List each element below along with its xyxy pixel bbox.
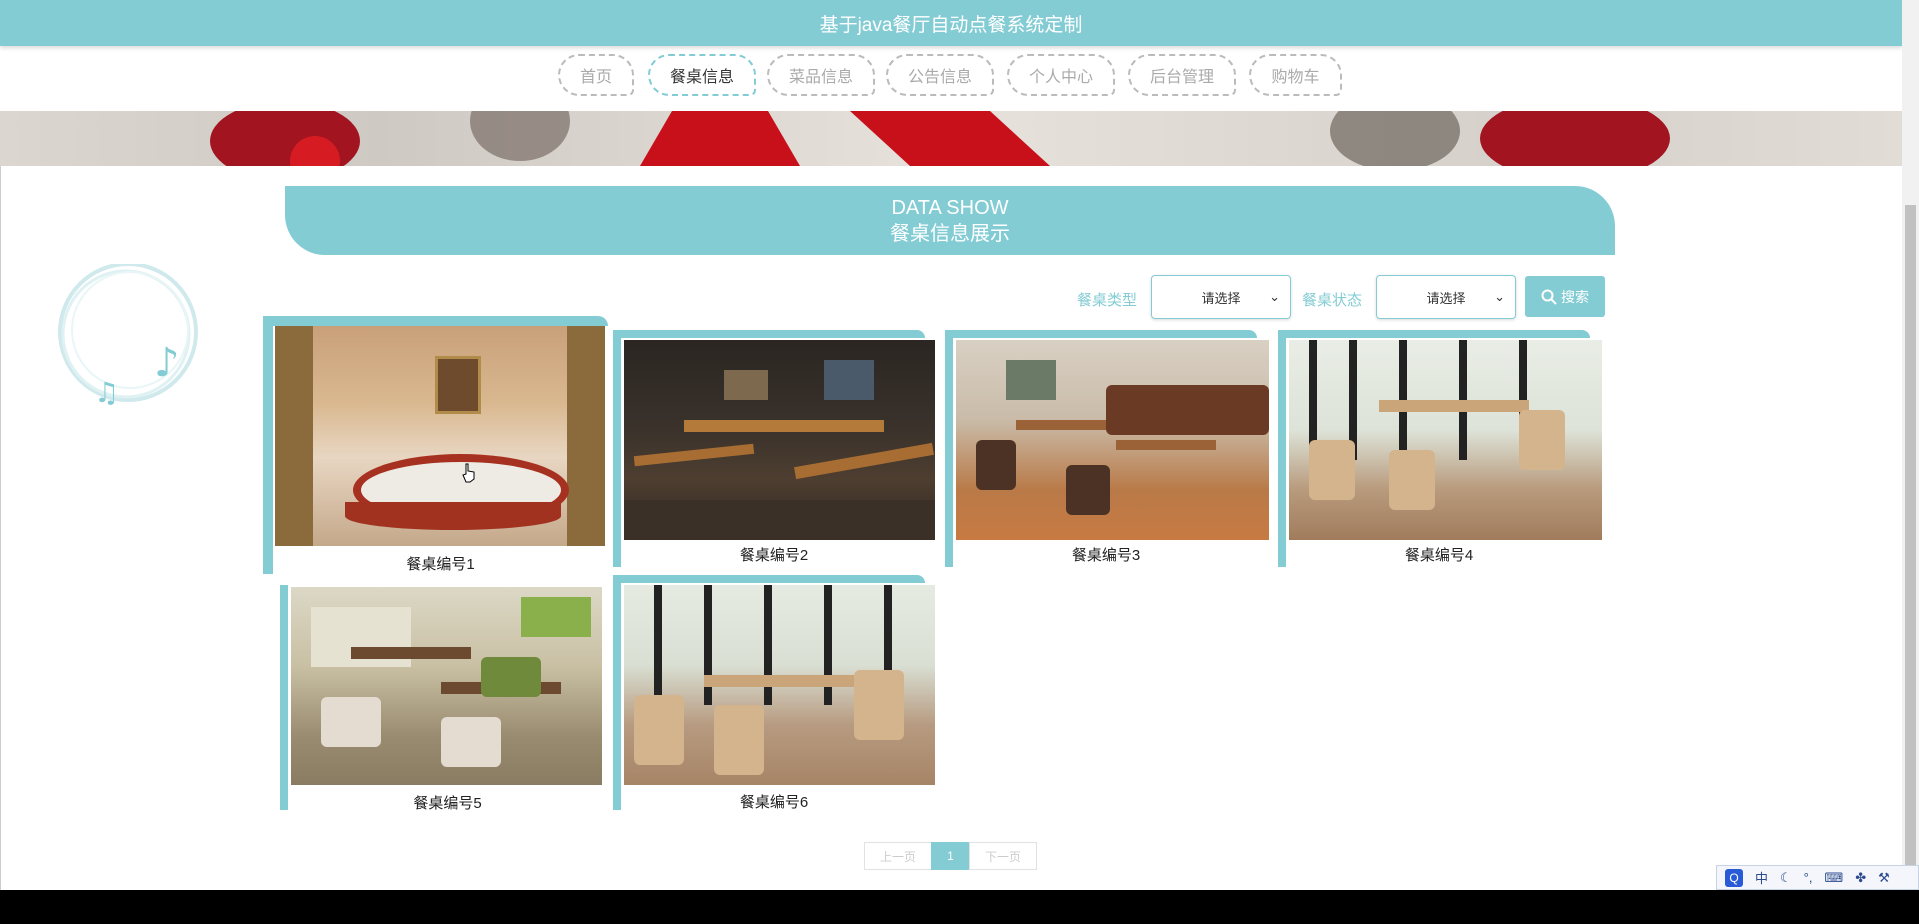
pagination-page-1[interactable]: 1 — [931, 842, 970, 870]
scrollbar-thumb[interactable] — [1905, 205, 1916, 880]
table-photo[interactable] — [275, 326, 605, 546]
nav-item-home[interactable]: 首页 — [558, 54, 634, 96]
keyboard-icon[interactable]: ⌨ — [1824, 870, 1843, 886]
nav-item-cart[interactable]: 购物车 — [1249, 54, 1342, 96]
table-name: 餐桌编号3 — [1071, 547, 1141, 564]
wrench-icon[interactable]: ⚒ — [1878, 870, 1890, 886]
chevron-down-icon: ⌄ — [1494, 289, 1505, 304]
nav-item-admin[interactable]: 后台管理 — [1128, 54, 1236, 96]
section-title-cn: 餐桌信息展示 — [890, 222, 1010, 245]
nav-item-profile[interactable]: 个人中心 — [1007, 54, 1115, 96]
q-icon[interactable]: Q — [1725, 868, 1743, 887]
main-nav: 首页 餐桌信息 菜品信息 公告信息 个人中心 后台管理 购物车 — [0, 54, 1902, 100]
punctuation-icon[interactable]: °, — [1804, 870, 1813, 885]
table-photo[interactable] — [291, 587, 602, 785]
search-button-label: 搜索 — [1561, 288, 1589, 305]
table-status-select[interactable]: 请选择 ⌄ — [1376, 275, 1516, 319]
table-photo[interactable] — [956, 340, 1269, 540]
table-status-label: 餐桌状态 — [1302, 292, 1363, 309]
banner-image — [0, 111, 1902, 166]
table-card[interactable]: 餐桌编号5 — [280, 585, 605, 813]
nav-item-dishes[interactable]: 菜品信息 — [767, 54, 875, 96]
ime-toolbar: Q 中 ☾ °, ⌨ ✤ ⚒ — [1716, 865, 1919, 890]
app-title: 基于java餐厅自动点餐系统定制 — [819, 14, 1083, 36]
page: 基于java餐厅自动点餐系统定制 首页 餐桌信息 菜品信息 公告信息 个人中心 … — [0, 0, 1902, 890]
vertical-scrollbar[interactable] — [1902, 0, 1919, 890]
hand-cursor-icon — [462, 463, 475, 483]
table-name: 餐桌编号6 — [739, 794, 809, 811]
section-title-en: DATA SHOW — [891, 196, 1009, 219]
table-photo[interactable] — [624, 585, 935, 785]
section-header: DATA SHOW 餐桌信息展示 — [285, 186, 1615, 255]
search-button[interactable]: 搜索 — [1525, 276, 1605, 317]
ime-zh-icon[interactable]: 中 — [1755, 868, 1768, 887]
table-card[interactable]: 餐桌编号1 — [263, 316, 608, 576]
table-card[interactable]: 餐桌编号6 — [613, 575, 935, 813]
app-title-bar: 基于java餐厅自动点餐系统定制 — [0, 0, 1902, 46]
table-type-select[interactable]: 请选择 ⌄ — [1151, 275, 1291, 319]
nav-item-notices[interactable]: 公告信息 — [886, 54, 994, 96]
table-card[interactable]: 餐桌编号3 — [945, 330, 1269, 570]
table-photo[interactable] — [1289, 340, 1602, 540]
table-name: 餐桌编号5 — [413, 795, 482, 812]
table-name: 餐桌编号2 — [739, 547, 809, 564]
nav-item-tables[interactable]: 餐桌信息 — [648, 54, 756, 96]
table-status-value: 请选择 — [1426, 290, 1466, 306]
table-card[interactable]: 餐桌编号2 — [613, 330, 935, 570]
pagination-prev[interactable]: 上一页 — [864, 842, 932, 870]
svg-text:♫: ♫ — [94, 376, 119, 409]
table-name: 餐桌编号4 — [1404, 547, 1474, 564]
music-player-icon[interactable]: ♪ ♫ — [52, 264, 207, 409]
moon-icon[interactable]: ☾ — [1780, 870, 1792, 886]
pagination-next[interactable]: 下一页 — [969, 842, 1037, 870]
table-type-value: 请选择 — [1201, 290, 1241, 306]
table-card[interactable]: 餐桌编号4 — [1278, 330, 1602, 570]
svg-text:♪: ♪ — [154, 340, 180, 386]
table-photo[interactable] — [624, 340, 935, 540]
chevron-down-icon: ⌄ — [1269, 289, 1280, 304]
tool-icon[interactable]: ✤ — [1855, 870, 1866, 886]
table-name: 餐桌编号1 — [406, 556, 475, 573]
table-type-label: 餐桌类型 — [1077, 292, 1138, 309]
search-icon — [1541, 289, 1557, 305]
